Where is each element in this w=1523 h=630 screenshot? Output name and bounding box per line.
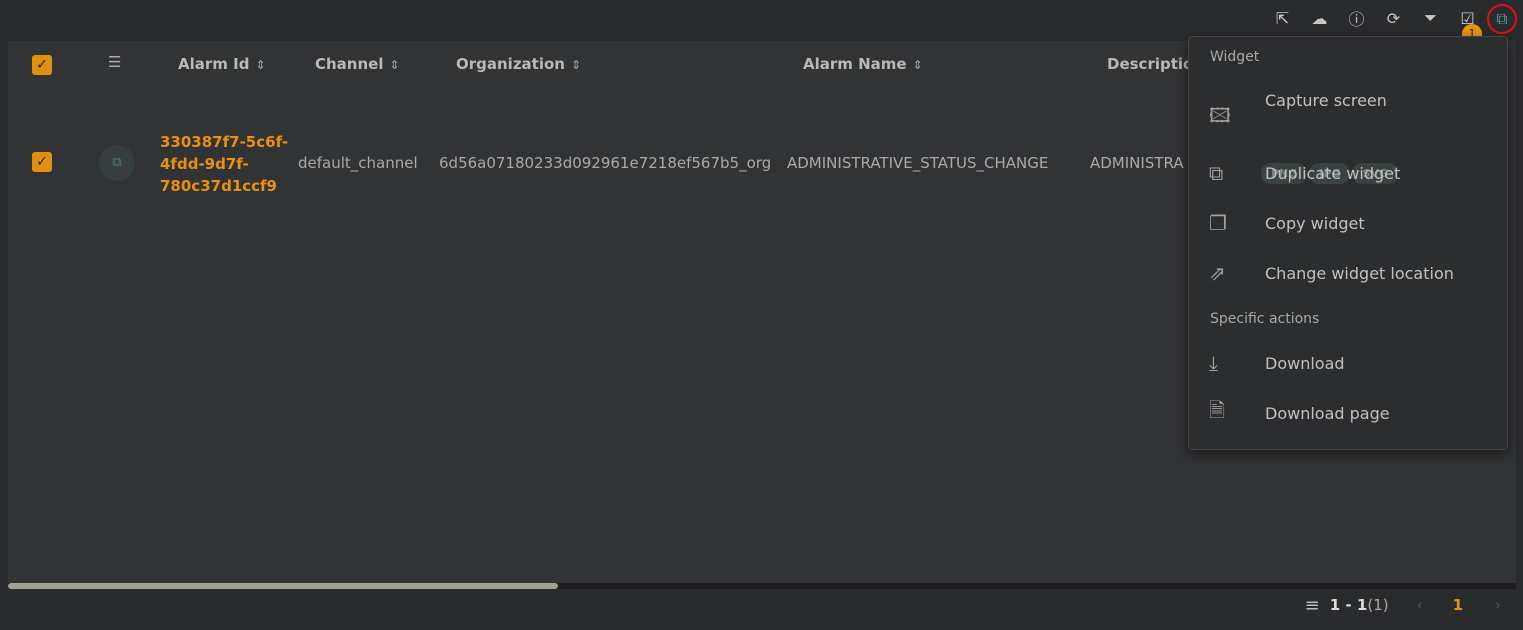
header-label: Alarm Id xyxy=(178,55,250,73)
copy-icon: ❐ xyxy=(1209,211,1227,235)
sort-icon: ⇕ xyxy=(255,58,266,72)
alarm-id-line: 4fdd-9d7f- xyxy=(160,155,249,173)
horizontal-scrollbar[interactable] xyxy=(8,583,1516,589)
download-page-item[interactable]: 🗎 Download page xyxy=(1189,393,1507,433)
header-label: Alarm Name xyxy=(803,55,907,73)
filter-icon[interactable]: ⏷ xyxy=(1412,4,1449,32)
download-item[interactable]: ⤓ Download xyxy=(1189,343,1507,383)
header-label: Descriptio xyxy=(1107,55,1194,73)
alarm-id-line: 780c37d1ccf9 xyxy=(160,177,277,195)
prev-page-icon[interactable]: ‹ xyxy=(1417,596,1423,614)
menu-label: Download page xyxy=(1265,403,1390,423)
menu-label: Duplicate widget xyxy=(1265,163,1401,183)
total-count: (1) xyxy=(1367,596,1389,614)
header-organization[interactable]: Organization ⇕ xyxy=(456,55,581,73)
header-alarm-id[interactable]: Alarm Id ⇕ xyxy=(178,55,266,73)
upload-icon[interactable]: ☁ xyxy=(1301,4,1338,32)
header-label: Channel xyxy=(315,55,384,73)
organization-cell: 6d56a07180233d092961e7218ef567b5_org xyxy=(439,154,772,172)
column-search-icon[interactable]: ☰ xyxy=(108,53,121,71)
widget-toolbar: ⇱ ☁ ⓘ ⟳ ⏷ ☑ 1 ⧉ xyxy=(1264,4,1523,44)
select-all-checkbox[interactable]: ✓ xyxy=(32,55,52,75)
sort-icon: ⇕ xyxy=(389,58,400,72)
current-page[interactable]: 1 xyxy=(1453,596,1463,614)
alarm-id-link[interactable]: 330387f7-5c6f- 4fdd-9d7f- 780c37d1ccf9 xyxy=(160,131,288,197)
sort-icon: ⇕ xyxy=(570,58,582,72)
scrollbar-thumb[interactable] xyxy=(8,583,558,589)
alarm-name-cell: ADMINISTRATIVE_STATUS_CHANGE xyxy=(787,154,1049,172)
paginator: ≡ 1 - 1 (1) ‹ 1 › xyxy=(1305,594,1523,616)
move-icon: ⇗ xyxy=(1209,261,1226,285)
duplicate-widget-item[interactable]: ⧉ Duplicate widget xyxy=(1189,153,1507,193)
image-icon: 🖾 xyxy=(1209,103,1231,127)
info-icon[interactable]: ⓘ xyxy=(1338,4,1375,32)
menu-label: Capture screen xyxy=(1265,91,1387,110)
duplicate-icon: ⧉ xyxy=(1209,161,1224,185)
header-label: Organization xyxy=(456,55,565,73)
menu-label: Download xyxy=(1265,353,1345,373)
menu-label: Change widget location xyxy=(1265,263,1454,283)
channel-cell: default_channel xyxy=(298,154,418,172)
details-icon[interactable]: ⧉ xyxy=(99,145,135,181)
widget-menu: Widget 🖾 Capture screen PNG JPG SVG ⧉ Dupli… xyxy=(1188,36,1508,450)
alarm-id-line: 330387f7-5c6f- xyxy=(160,133,289,151)
copy-widget-item[interactable]: ❐ Copy widget xyxy=(1189,203,1507,243)
select-icon[interactable]: ☑ 1 xyxy=(1449,4,1486,44)
header-description[interactable]: Descriptio xyxy=(1107,55,1193,73)
page-range: 1 - 1 xyxy=(1329,596,1368,614)
download-icon: ⤓ xyxy=(1209,351,1218,375)
section-specific-label: Specific actions xyxy=(1210,311,1320,327)
capture-screen-item[interactable]: 🖾 Capture screen PNG JPG SVG xyxy=(1189,81,1507,184)
widget-menu-icon[interactable]: ⧉ xyxy=(1487,4,1517,34)
header-channel[interactable]: Channel ⇕ xyxy=(315,55,400,73)
refresh-icon[interactable]: ⟳ xyxy=(1375,4,1412,32)
menu-label: Copy widget xyxy=(1265,213,1365,233)
row-checkbox[interactable]: ✓ xyxy=(32,152,52,172)
header-alarm-name[interactable]: Alarm Name ⇕ xyxy=(803,55,923,73)
file-download-icon: 🗎 xyxy=(1209,398,1226,422)
sort-icon: ⇕ xyxy=(912,58,923,72)
description-cell: ADMINISTRA xyxy=(1090,154,1184,172)
section-widget-label: Widget xyxy=(1210,49,1260,65)
export-icon[interactable]: ⇱ xyxy=(1264,4,1301,32)
next-page-icon[interactable]: › xyxy=(1495,596,1501,614)
change-location-item[interactable]: ⇗ Change widget location xyxy=(1189,253,1507,293)
page-size-icon[interactable]: ≡ xyxy=(1305,595,1320,616)
